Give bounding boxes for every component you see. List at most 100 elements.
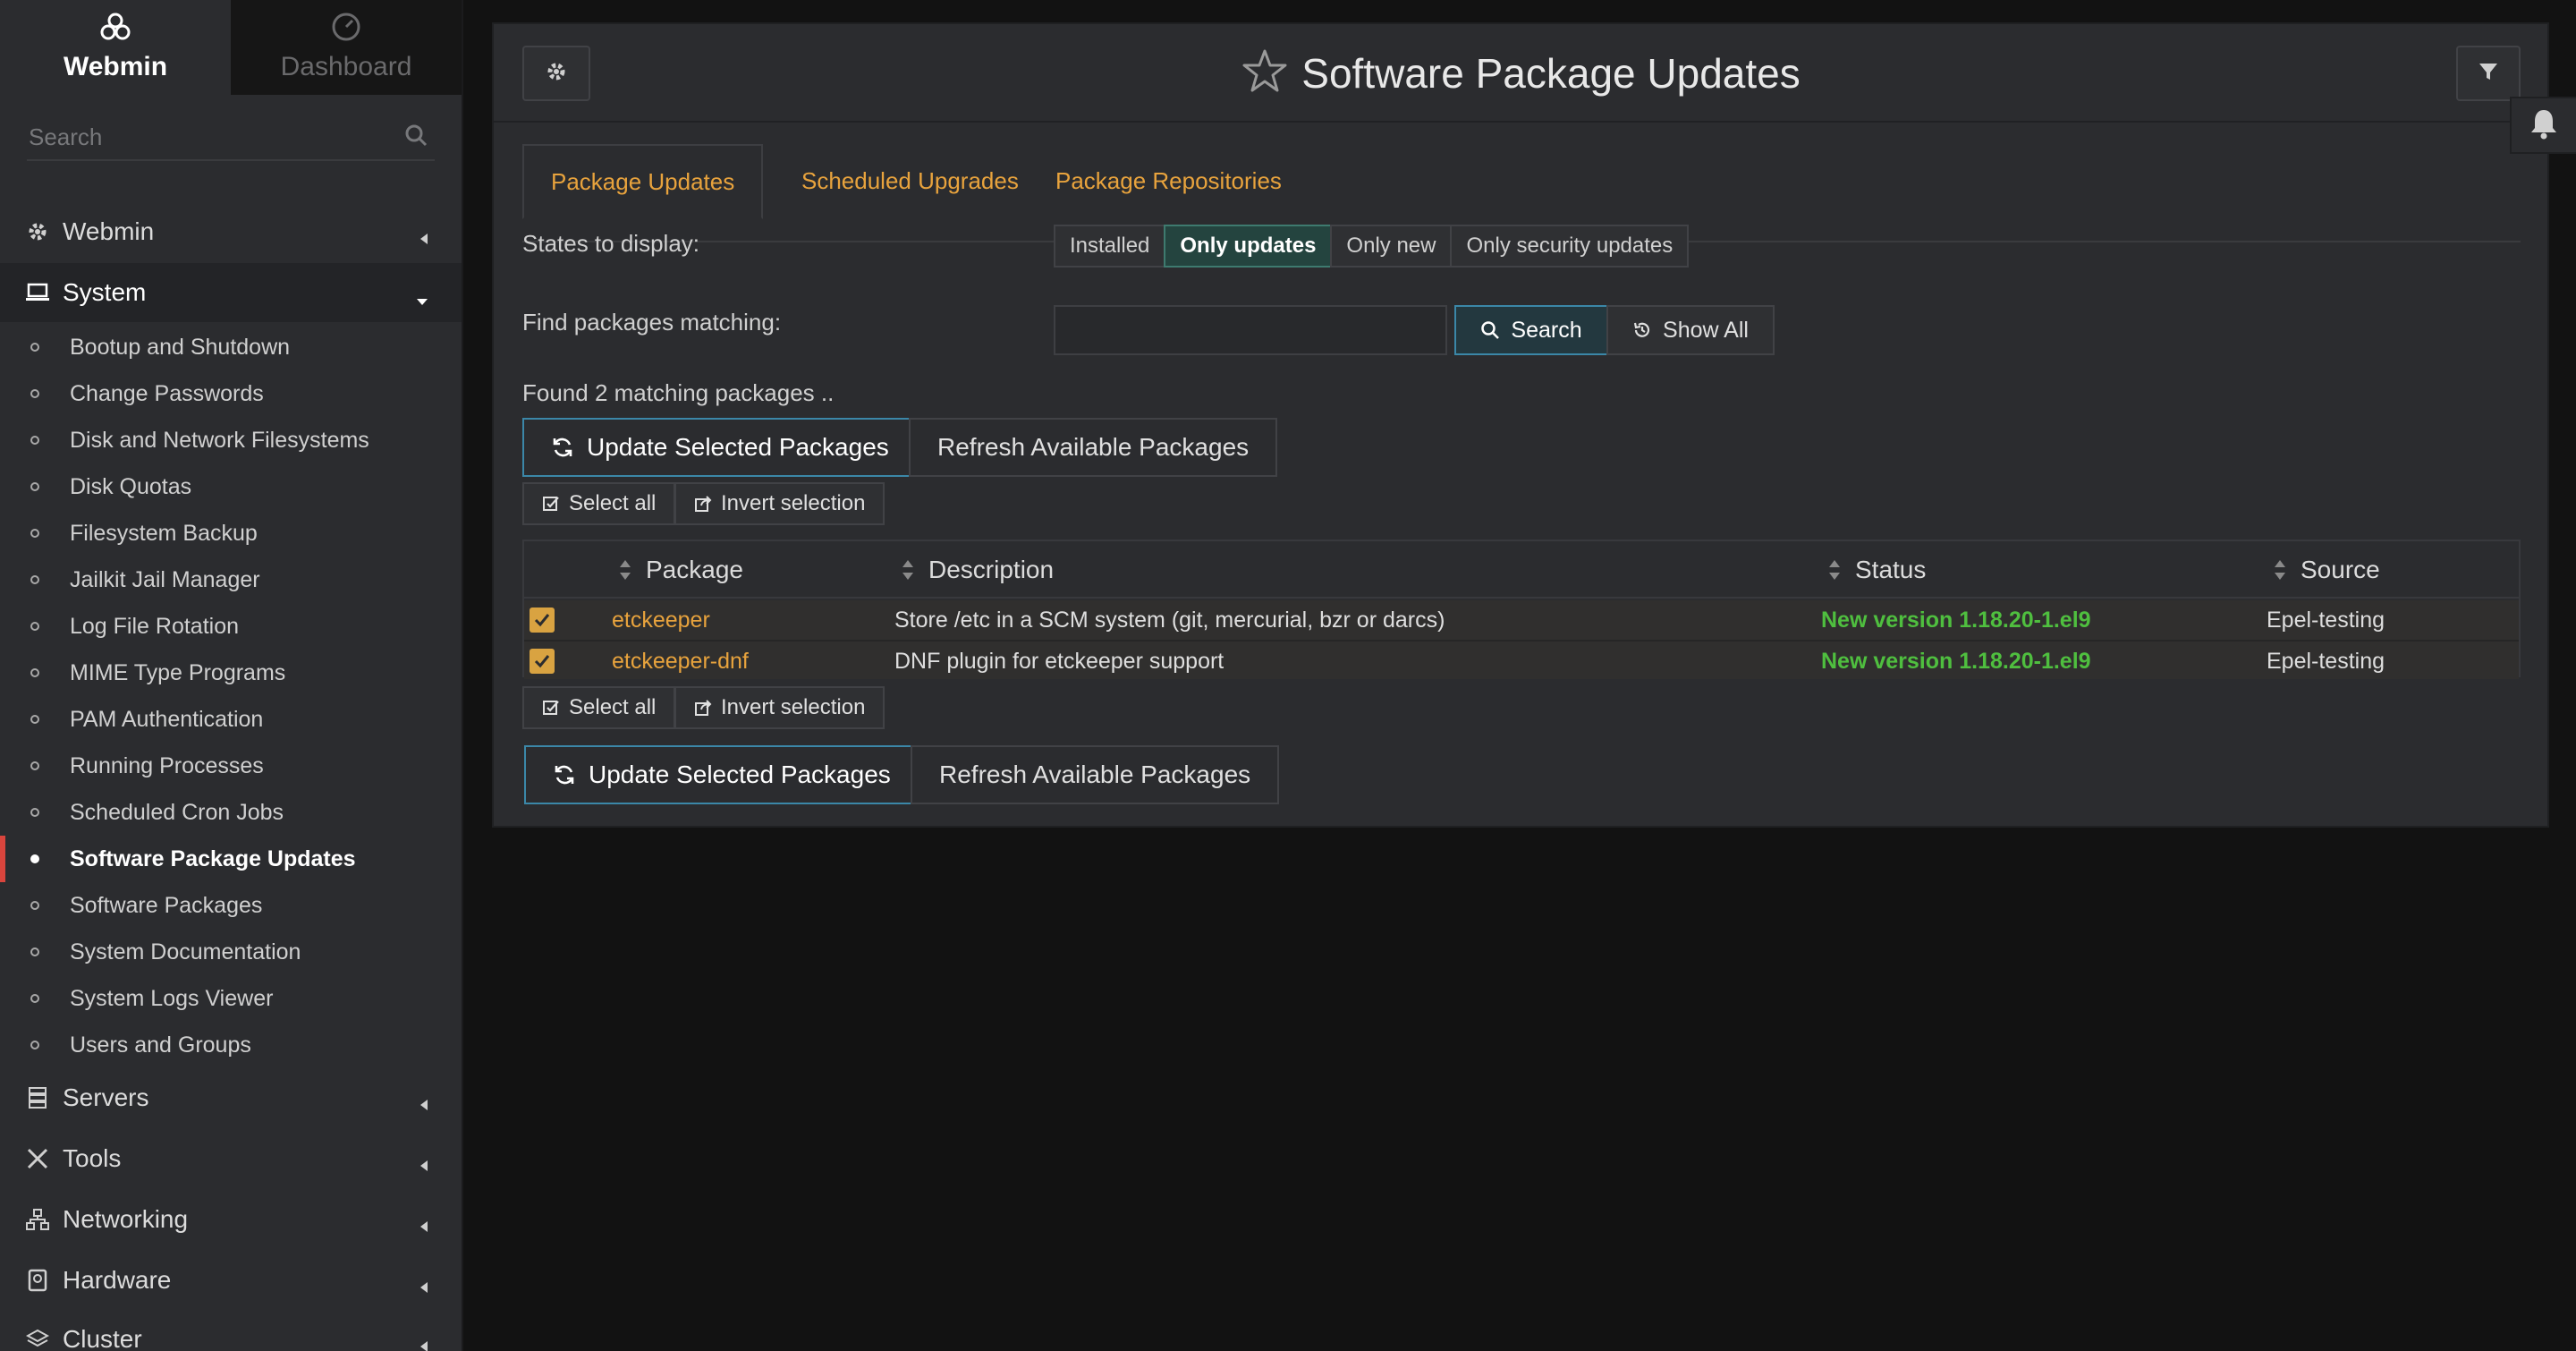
webmin-tab-label: Webmin: [63, 52, 168, 81]
column-header-status[interactable]: Status: [1828, 541, 1926, 599]
sidebar-category-cluster[interactable]: Cluster: [0, 1310, 462, 1351]
invert-selection-label: Invert selection: [721, 491, 866, 515]
tab-package-repositories[interactable]: Package Repositories: [1029, 144, 1309, 217]
server-icon: [25, 1085, 50, 1110]
sidebar-item-bootup-and-shutdown[interactable]: Bootup and Shutdown: [0, 324, 462, 370]
bullet-icon: [30, 575, 39, 584]
column-header-label: Package: [646, 556, 743, 583]
refresh-available-packages-button-bottom[interactable]: Refresh Available Packages: [911, 745, 1280, 804]
sidebar-category-label: Webmin: [63, 217, 155, 245]
invert-selection-label: Invert selection: [721, 695, 866, 719]
sidebar-category-networking[interactable]: Networking: [0, 1190, 462, 1249]
package-name-link[interactable]: etckeeper: [612, 600, 710, 640]
filter-icon: [2478, 61, 2499, 87]
webmin-tab[interactable]: Webmin: [0, 0, 231, 95]
sidebar-item-label: Software Package Updates: [70, 845, 356, 871]
sidebar-item-label: System Documentation: [70, 939, 301, 964]
sidebar-search: [27, 115, 435, 161]
sidebar-item-running-processes[interactable]: Running Processes: [0, 743, 462, 789]
sidebar-category-label: Networking: [63, 1205, 189, 1233]
state-only-new-option[interactable]: Only new: [1330, 225, 1453, 268]
sidebar-item-pam-authentication[interactable]: PAM Authentication: [0, 696, 462, 743]
sidebar-item-change-passwords[interactable]: Change Passwords: [0, 370, 462, 417]
sidebar-category-tools[interactable]: Tools: [0, 1129, 462, 1188]
package-description: DNF plugin for etckeeper support: [894, 648, 1224, 674]
sidebar-item-users-and-groups[interactable]: Users and Groups: [0, 1022, 462, 1068]
filter-button[interactable]: [2456, 46, 2521, 101]
table-row: etckeeper-dnf DNF plugin for etckeeper s…: [524, 640, 2519, 679]
package-source: Epel-testing: [2267, 648, 2385, 674]
dashboard-tab-label: Dashboard: [280, 52, 412, 81]
update-selected-packages-button-bottom[interactable]: Update Selected Packages: [524, 745, 919, 804]
row-checkbox[interactable]: [530, 608, 555, 633]
packages-table: Package Description Status Source etckee…: [522, 540, 2521, 679]
column-header-description[interactable]: Description: [902, 541, 1054, 599]
webmin-logo-icon: [98, 7, 132, 47]
invert-selection-button[interactable]: Invert selection: [674, 482, 886, 525]
sidebar-item-filesystem-backup[interactable]: Filesystem Backup: [0, 510, 462, 557]
sidebar-item-mime-type-programs[interactable]: MIME Type Programs: [0, 650, 462, 696]
sidebar-category-webmin[interactable]: Webmin: [0, 202, 462, 261]
package-description: Store /etc in a SCM system (git, mercuri…: [894, 607, 1445, 633]
sidebar-item-software-packages[interactable]: Software Packages: [0, 882, 462, 929]
sidebar: Webmin Dashboard Webmin System Bootup an…: [0, 0, 463, 1351]
favorite-star-icon[interactable]: [1241, 48, 1289, 99]
tab-label: Package Updates: [551, 167, 735, 195]
sidebar-item-jailkit-jail-manager[interactable]: Jailkit Jail Manager: [0, 557, 462, 603]
active-marker: [0, 836, 5, 882]
refresh-available-packages-label: Refresh Available Packages: [937, 433, 1250, 461]
dashboard-tab[interactable]: Dashboard: [231, 0, 462, 95]
find-label: Find packages matching:: [522, 309, 782, 336]
refresh-available-packages-button[interactable]: Refresh Available Packages: [909, 418, 1278, 477]
sidebar-item-system-documentation[interactable]: System Documentation: [0, 929, 462, 975]
sidebar-item-system-logs-viewer[interactable]: System Logs Viewer: [0, 975, 462, 1022]
invert-selection-button-bottom[interactable]: Invert selection: [674, 686, 886, 729]
search-button[interactable]: Search: [1454, 305, 1608, 355]
sidebar-item-label: System Logs Viewer: [70, 985, 274, 1011]
sidebar-item-software-package-updates[interactable]: Software Package Updates: [0, 836, 462, 882]
tab-scheduled-upgrades[interactable]: Scheduled Upgrades: [775, 144, 1046, 217]
column-header-package[interactable]: Package: [619, 541, 743, 599]
show-all-button-label: Show All: [1663, 317, 1749, 343]
table-header: Package Description Status Source: [524, 541, 2519, 599]
sidebar-item-disk-and-network-filesystems[interactable]: Disk and Network Filesystems: [0, 417, 462, 463]
tab-package-updates[interactable]: Package Updates: [522, 144, 764, 219]
show-all-button[interactable]: Show All: [1606, 305, 1775, 355]
sidebar-category-servers[interactable]: Servers: [0, 1068, 462, 1127]
find-packages-input[interactable]: [1054, 305, 1447, 355]
select-all-button[interactable]: Select all: [522, 482, 676, 525]
column-header-source[interactable]: Source: [2274, 541, 2380, 599]
caret-left-icon: [419, 1151, 429, 1179]
state-only-updates-option[interactable]: Only updates: [1164, 225, 1333, 268]
check-square-icon: [542, 699, 560, 717]
sidebar-category-system[interactable]: System: [0, 263, 462, 322]
state-only-security-updates-option[interactable]: Only security updates: [1450, 225, 1690, 268]
package-name-link[interactable]: etckeeper-dnf: [612, 642, 749, 681]
page-title-wrap: Software Package Updates: [494, 42, 2547, 105]
update-selected-packages-button[interactable]: Update Selected Packages: [522, 418, 918, 477]
bullet-icon: [30, 947, 39, 956]
sidebar-search-input[interactable]: [27, 115, 435, 159]
search-icon: [1480, 320, 1500, 340]
sidebar-item-log-file-rotation[interactable]: Log File Rotation: [0, 603, 462, 650]
share-square-icon: [694, 495, 712, 513]
bullet-icon: [30, 668, 39, 677]
select-all-button-bottom[interactable]: Select all: [522, 686, 676, 729]
sidebar-item-disk-quotas[interactable]: Disk Quotas: [0, 463, 462, 510]
sort-icon: [902, 558, 914, 582]
search-icon[interactable]: [404, 123, 428, 151]
row-checkbox[interactable]: [530, 649, 555, 674]
gear-icon: [25, 219, 50, 244]
sidebar-category-hardware[interactable]: Hardware: [0, 1251, 462, 1310]
caret-left-icon: [419, 1090, 429, 1118]
caret-left-icon: [419, 1272, 429, 1301]
sidebar-item-scheduled-cron-jobs[interactable]: Scheduled Cron Jobs: [0, 789, 462, 836]
sort-icon: [1828, 558, 1841, 582]
main-panel: Software Package Updates Package Updates…: [492, 22, 2549, 828]
notifications-button[interactable]: [2510, 97, 2576, 154]
tab-label: Package Repositories: [1055, 166, 1282, 194]
state-filter-group: Installed Only updates Only new Only sec…: [1054, 225, 1690, 268]
sidebar-item-label: Log File Rotation: [70, 613, 240, 639]
sidebar-item-label: Software Packages: [70, 892, 263, 918]
state-installed-option[interactable]: Installed: [1054, 225, 1166, 268]
